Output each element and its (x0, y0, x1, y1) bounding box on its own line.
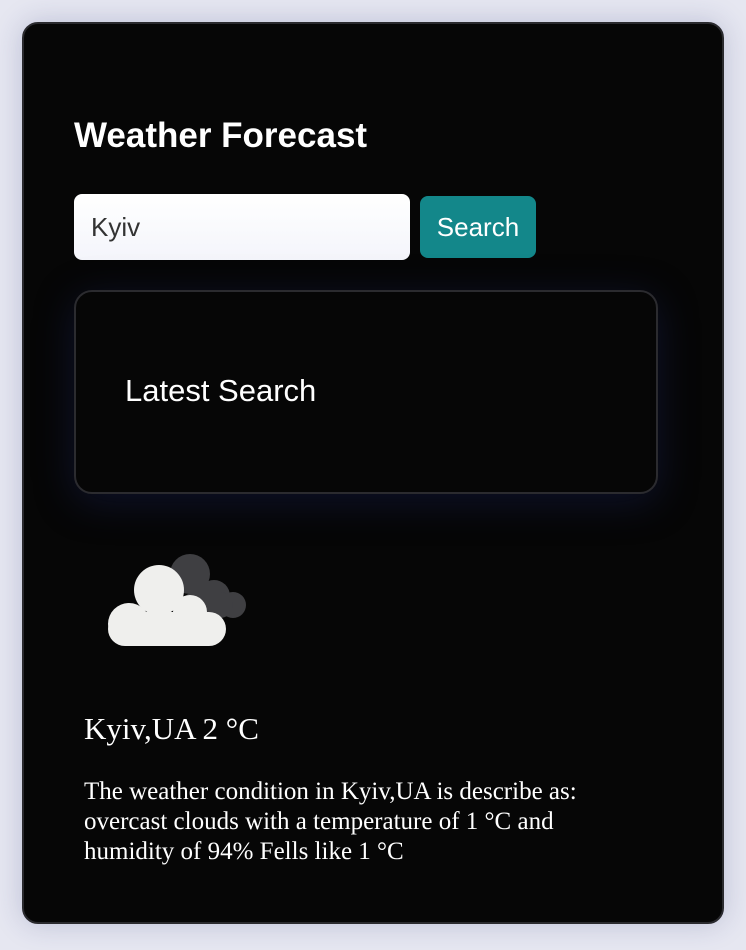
overcast-clouds-icon (108, 554, 246, 646)
page-title: Weather Forecast (74, 116, 368, 155)
city-search-input[interactable] (74, 194, 410, 260)
weather-description: The weather condition in Kyiv,UA is desc… (84, 778, 577, 865)
search-button[interactable]: Search (420, 196, 536, 258)
weather-card: Weather Forecast Search Latest Search Ky… (22, 22, 724, 924)
city-temperature: Kyiv,UA 2 °C (84, 711, 259, 746)
latest-search-panel: Latest Search (74, 290, 658, 494)
latest-search-label: Latest Search (125, 373, 317, 408)
